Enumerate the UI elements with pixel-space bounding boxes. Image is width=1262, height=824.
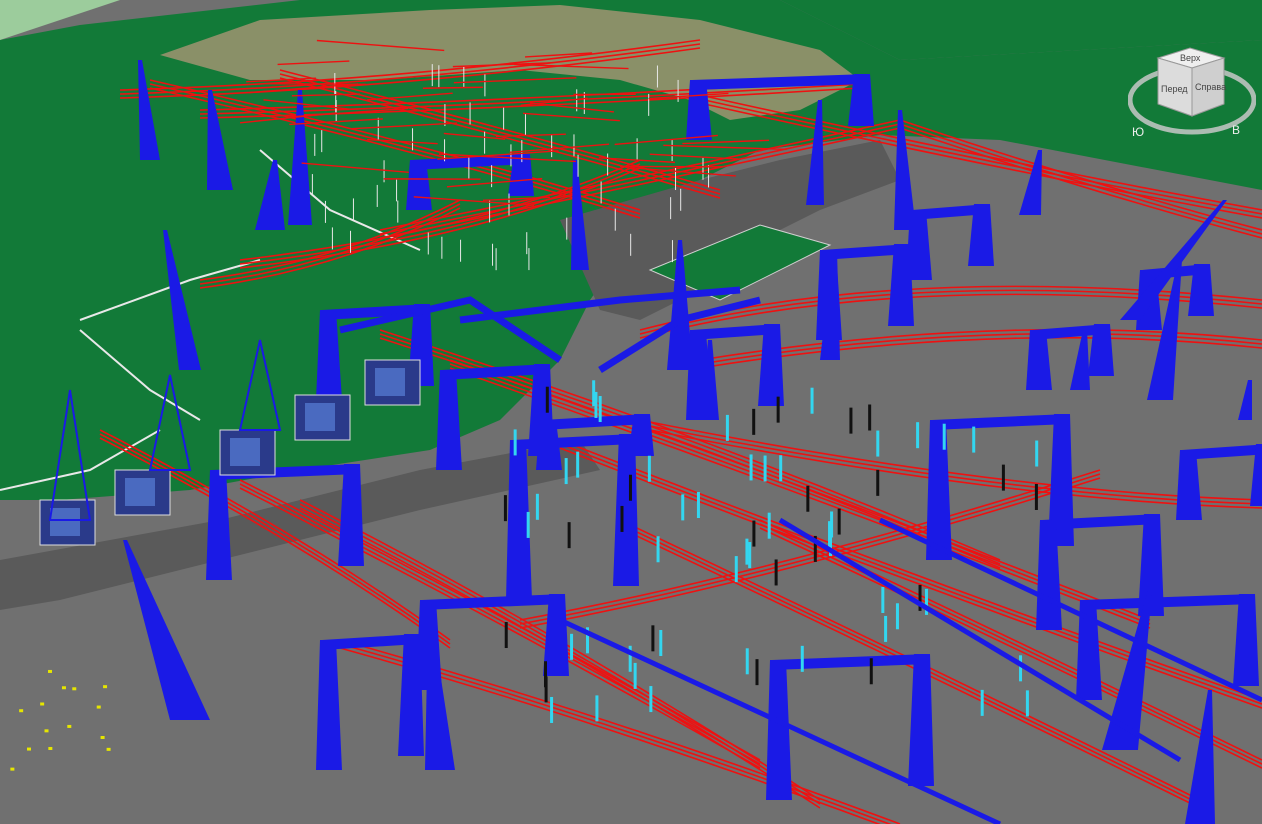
marker-point[interactable] [48,746,53,750]
insulator-column[interactable] [526,511,530,538]
insulator-column[interactable] [696,492,700,519]
insulator-column[interactable] [779,455,783,482]
insulator-column[interactable] [535,493,539,520]
marker-point[interactable] [10,767,15,771]
insulator-column[interactable] [544,676,548,703]
insulator-column[interactable] [725,414,729,441]
compass-east-label[interactable]: В [1232,123,1240,137]
insulator-column[interactable] [564,458,568,485]
insulator-column[interactable] [1001,464,1005,491]
insulator-column[interactable] [752,408,756,435]
insulator-column[interactable] [776,396,780,423]
insulator-column[interactable] [869,658,873,685]
insulator-column[interactable] [550,696,554,723]
insulator-column[interactable] [876,430,880,457]
insulator-column[interactable] [806,485,810,512]
insulator-column[interactable] [745,648,749,675]
marker-point[interactable] [67,724,72,728]
insulator-column[interactable] [895,603,899,630]
insulator-column[interactable] [774,559,778,586]
transformer-tank[interactable] [375,368,405,396]
insulator-column[interactable] [752,520,756,547]
insulator-column[interactable] [837,508,841,535]
marker-point[interactable] [40,702,45,706]
insulator-column[interactable] [916,422,920,449]
marker-point[interactable] [27,747,32,751]
substation-3d-model[interactable] [0,0,1262,824]
insulator-column[interactable] [545,386,549,413]
insulator-column[interactable] [598,396,602,423]
insulator-column[interactable] [567,522,571,549]
marker-point[interactable] [48,669,53,673]
insulator-column[interactable] [1035,440,1039,467]
insulator-column[interactable] [503,495,507,522]
viewcube-front-label: Перед [1161,84,1188,94]
insulator-column[interactable] [649,686,653,713]
bus-conductor[interactable] [620,165,723,168]
insulator-column[interactable] [881,587,885,614]
marker-point[interactable] [44,729,49,733]
insulator-column[interactable] [633,662,637,689]
insulator-column[interactable] [570,633,574,660]
insulator-column[interactable] [763,455,767,482]
insulator-column[interactable] [628,474,632,501]
insulator-column[interactable] [876,469,880,496]
marker-point[interactable] [100,735,105,739]
marker-point[interactable] [103,685,108,689]
insulator-column[interactable] [513,429,517,456]
compass-south-label[interactable]: Ю [1132,125,1144,139]
insulator-column[interactable] [651,625,655,652]
bus-conductor[interactable] [422,86,483,89]
insulator-column[interactable] [749,454,753,481]
marker-point[interactable] [19,709,24,713]
insulator-column[interactable] [659,630,663,657]
insulator-column[interactable] [755,659,759,686]
insulator-column[interactable] [734,556,738,583]
insulator-column[interactable] [504,622,508,649]
insulator-column[interactable] [745,538,749,565]
transformer-tank[interactable] [305,403,335,431]
insulator-column[interactable] [576,451,580,478]
insulator-column[interactable] [592,380,596,407]
transformer-tank[interactable] [125,478,155,506]
insulator-column[interactable] [1019,655,1023,682]
viewcube-right-label: Справа [1195,82,1226,92]
transformer-tank[interactable] [230,438,260,466]
insulator-column[interactable] [1025,690,1029,717]
insulator-column[interactable] [620,505,624,532]
insulator-column[interactable] [647,455,651,482]
insulator-column[interactable] [980,689,984,716]
insulator-column[interactable] [868,404,872,431]
marker-point[interactable] [106,747,111,751]
insulator-column[interactable] [849,407,853,434]
3d-viewport[interactable]: Верх Перед Справа Ю В [0,0,1262,824]
insulator-column[interactable] [767,512,771,539]
insulator-column[interactable] [595,695,599,722]
insulator-column[interactable] [884,615,888,642]
insulator-column[interactable] [972,426,976,453]
insulator-column[interactable] [800,645,804,672]
insulator-column[interactable] [656,536,660,563]
bus-conductor[interactable] [266,82,366,86]
marker-point[interactable] [72,687,77,691]
insulator-column[interactable] [810,387,814,414]
viewcube[interactable]: Верх Перед Справа Ю В [1127,44,1257,144]
insulator-column[interactable] [1034,483,1038,510]
marker-point[interactable] [61,686,66,690]
insulator-column[interactable] [748,542,752,569]
viewcube-top-label: Верх [1180,53,1201,63]
insulator-column[interactable] [681,494,685,521]
marker-point[interactable] [96,705,101,709]
transformer-tank[interactable] [50,508,80,536]
insulator-column[interactable] [942,423,946,450]
